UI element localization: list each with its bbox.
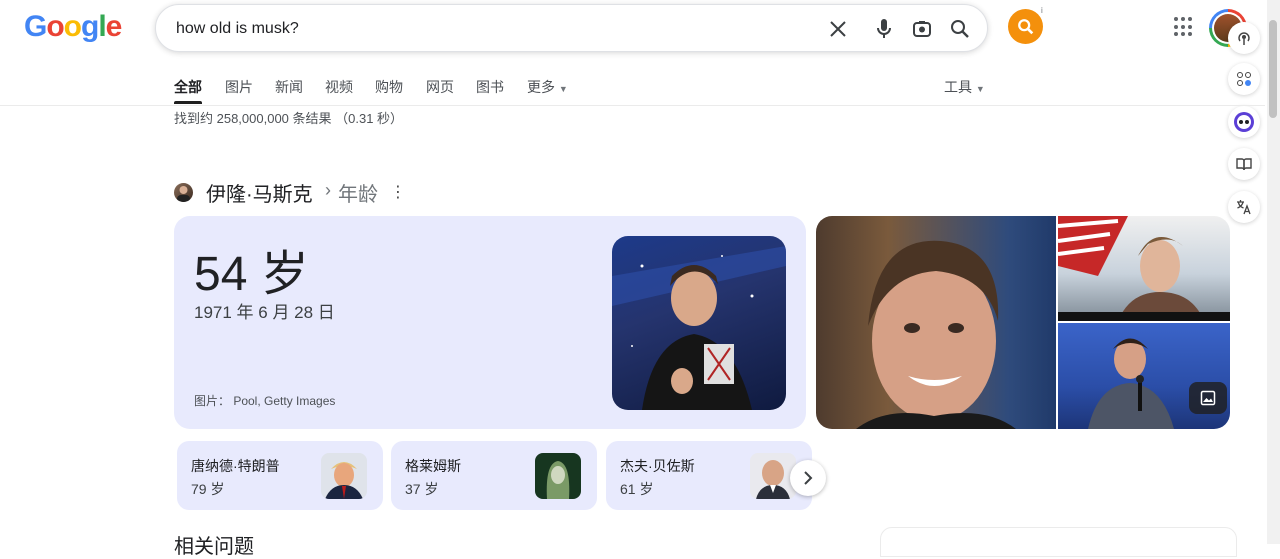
podcast-icon[interactable] [1228, 22, 1260, 54]
person-age: 61 岁 [620, 481, 654, 497]
entity-name-link[interactable]: 伊隆·马斯克 [206, 178, 313, 207]
more-options-icon[interactable]: ⋮ [390, 182, 406, 202]
related-person-card[interactable]: 唐纳德·特朗普 79 岁 [177, 441, 383, 510]
entity-photo[interactable] [612, 236, 786, 410]
assistant-bot-icon[interactable] [1228, 106, 1260, 138]
tab-videos[interactable]: 视频 [325, 77, 353, 97]
camera-lens-icon[interactable] [910, 17, 934, 41]
person-age: 37 岁 [405, 481, 439, 497]
search-box[interactable]: how old is musk? [155, 4, 988, 52]
search-extension-button[interactable] [1008, 9, 1043, 44]
person-name: 唐纳德·特朗普 [191, 458, 280, 474]
entity-thumbnail[interactable] [174, 183, 193, 202]
breadcrumb-separator: › [325, 180, 331, 200]
tools-button[interactable]: 工具 ▼ [944, 77, 985, 97]
person-thumbnail [321, 453, 367, 499]
person-name: 格莱姆斯 [405, 458, 461, 474]
result-stats: 找到约 258,000,000 条结果 （0.31 秒） [174, 111, 404, 126]
tab-all[interactable]: 全部 [174, 77, 202, 97]
search-input[interactable]: how old is musk? [176, 20, 299, 38]
chevron-down-icon: ▼ [558, 84, 568, 94]
related-person-card[interactable]: 杰夫·贝佐斯 61 岁 [606, 441, 812, 510]
tab-shopping[interactable]: 购物 [375, 77, 403, 97]
microphone-icon[interactable] [872, 17, 896, 41]
tools-label: 工具 [944, 79, 972, 95]
google-logo[interactable]: Google [24, 10, 122, 44]
translate-icon[interactable] [1228, 191, 1260, 223]
search-icon[interactable] [948, 17, 972, 41]
tab-web[interactable]: 网页 [426, 77, 454, 97]
side-panel-card [880, 527, 1237, 557]
age-answer: 54 岁 [194, 248, 309, 301]
info-marker: i [1041, 6, 1043, 15]
google-apps-shortcut-icon[interactable] [1228, 63, 1260, 95]
related-questions-heading: 相关问题 [174, 536, 254, 558]
entity-attribute: 年龄 [338, 184, 378, 206]
image-gallery-icon[interactable] [1189, 382, 1227, 414]
tab-more-label: 更多 [527, 79, 555, 95]
tabs-divider [0, 105, 1265, 106]
scrollbar-thumb[interactable] [1269, 20, 1277, 118]
image-result-2[interactable] [1058, 216, 1230, 321]
tab-news[interactable]: 新闻 [275, 77, 303, 97]
image-credit: 图片： Pool, Getty Images [194, 394, 336, 408]
person-thumbnail [535, 453, 581, 499]
chevron-down-icon: ▼ [975, 84, 985, 94]
chevron-right-icon[interactable] [790, 460, 826, 496]
tab-images[interactable]: 图片 [225, 77, 253, 97]
answer-card: 54 岁 1971 年 6 月 28 日 图片： Pool, Getty Ima… [174, 216, 806, 429]
active-tab-indicator [174, 101, 202, 104]
person-name: 杰夫·贝佐斯 [620, 458, 695, 474]
related-person-card[interactable]: 格莱姆斯 37 岁 [391, 441, 597, 510]
tab-more[interactable]: 更多 ▼ [527, 77, 568, 97]
tab-books[interactable]: 图书 [476, 77, 504, 97]
image-result-1[interactable] [816, 216, 1056, 429]
close-icon[interactable] [826, 17, 850, 41]
person-age: 79 岁 [191, 481, 225, 497]
apps-grid-icon[interactable] [1174, 17, 1194, 37]
birth-date: 1971 年 6 月 28 日 [194, 303, 335, 322]
book-icon[interactable] [1228, 148, 1260, 180]
